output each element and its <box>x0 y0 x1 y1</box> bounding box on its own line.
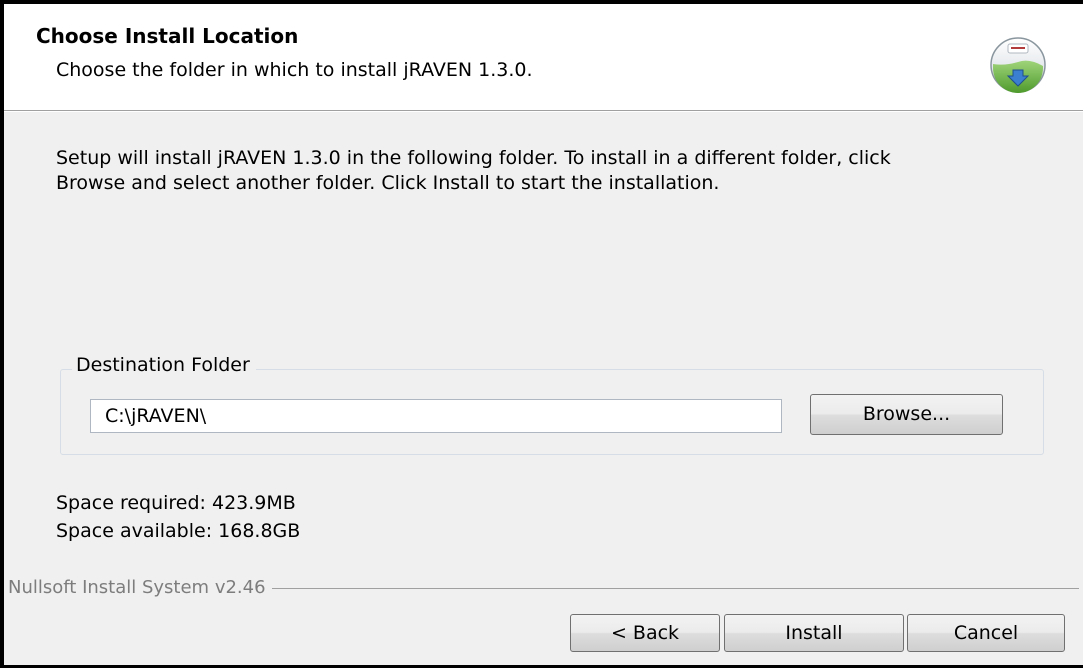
destination-path-input[interactable] <box>90 399 782 433</box>
destination-folder-label: Destination Folder <box>72 352 256 378</box>
installer-globe-icon <box>990 37 1046 93</box>
cancel-button[interactable]: Cancel <box>907 614 1065 652</box>
brand-label: Nullsoft Install System v2.46 <box>8 576 272 600</box>
header-divider <box>4 111 1083 112</box>
installer-window: Choose Install Location Choose the folde… <box>0 0 1083 668</box>
intro-text: Setup will install jRAVEN 1.3.0 in the f… <box>56 147 891 194</box>
browse-button[interactable]: Browse... <box>810 394 1003 435</box>
header-panel: Choose Install Location Choose the folde… <box>4 4 1083 111</box>
install-button[interactable]: Install <box>724 614 904 652</box>
space-required-text: Space required: 423.9MB <box>56 492 296 514</box>
space-available-text: Space available: 168.8GB <box>56 520 301 542</box>
page-subtitle: Choose the folder in which to install jR… <box>56 59 533 81</box>
page-title: Choose Install Location <box>36 24 299 48</box>
back-button[interactable]: < Back <box>570 614 720 652</box>
